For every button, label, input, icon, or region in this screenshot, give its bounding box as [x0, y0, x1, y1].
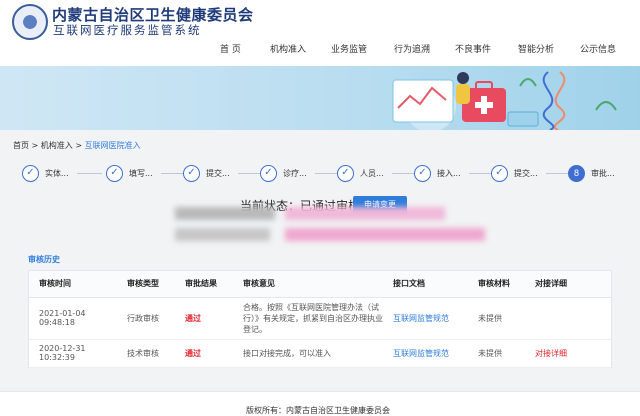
step-label: 审批...: [591, 169, 615, 178]
col-header: 接口文档: [383, 271, 468, 298]
step-label: 提交...: [206, 169, 230, 178]
integration-detail: [525, 297, 611, 340]
copyright-text: 版权所有：内蒙古自治区卫生健康委员会: [246, 406, 390, 415]
review-history-table: 审核时间 审核类型 审批结果 审核意见 接口文档 审核材料 对接详细 2021-…: [28, 270, 612, 368]
table-row: 2021-01-04 09:48:18 行政审核 通过 合格。按照《互联网医院管…: [29, 297, 611, 340]
check-icon: ✓: [22, 165, 39, 182]
step-label: 提交...: [514, 169, 538, 178]
nav-business-supervision[interactable]: 业务监管: [331, 42, 367, 55]
check-icon: ✓: [491, 165, 508, 182]
check-icon: ✓: [337, 165, 354, 182]
review-type: 行政审核: [117, 297, 175, 340]
breadcrumb-current: 互联网医院准入: [84, 141, 141, 150]
nav-behavior-trace[interactable]: 行为追溯: [394, 42, 430, 55]
system-name: 互联网医疗服务监管系统: [53, 23, 202, 37]
breadcrumb-separator: >: [72, 141, 85, 150]
integration-detail-link[interactable]: 对接详细: [525, 339, 611, 368]
step-label: 诊疗...: [283, 169, 307, 178]
breadcrumb-separator: >: [29, 141, 41, 150]
col-header: 审核时间: [29, 271, 117, 298]
step-number-badge: 8: [568, 165, 585, 182]
review-time: 2021-01-04 09:48:18: [29, 297, 117, 340]
col-header: 审批结果: [175, 271, 233, 298]
col-header: 对接详细: [525, 271, 611, 298]
review-material: 未提供: [468, 297, 525, 340]
check-icon: ✓: [414, 165, 431, 182]
step-label: 人员...: [360, 169, 384, 178]
breadcrumb-home[interactable]: 首页: [13, 141, 29, 150]
review-result: 通过: [175, 339, 233, 368]
medical-illustration-icon: [392, 71, 617, 130]
check-icon: ✓: [106, 165, 123, 182]
col-header: 审核类型: [117, 271, 175, 298]
interface-doc-link[interactable]: 互联网监管规范: [383, 339, 468, 368]
step-label: 填写...: [129, 169, 153, 178]
nav-institution-access[interactable]: 机构准入: [270, 42, 306, 55]
review-result: 通过: [175, 297, 233, 340]
nav-smart-analysis[interactable]: 智能分析: [518, 42, 554, 55]
nav-home[interactable]: 首 页: [220, 42, 241, 55]
progress-steps: ✓ 实体... ✓ 填写... ✓ 提交... ✓ 诊疗... ✓ 人员... ✓ 接入..…: [22, 163, 622, 185]
step-connector: [77, 173, 102, 174]
review-opinion: 接口对接完成，可以准入: [233, 339, 383, 368]
emblem-logo-icon: [12, 4, 48, 40]
main-nav: 首 页 机构准入 业务监管 行为追溯 不良事件 智能分析 公示信息: [205, 42, 640, 62]
banner-illustration: [0, 66, 640, 130]
review-type: 技术审核: [117, 339, 175, 368]
nav-public-info[interactable]: 公示信息: [580, 42, 616, 55]
nav-adverse-events[interactable]: 不良事件: [455, 42, 491, 55]
table-row: 2020-12-31 10:32:39 技术审核 通过 接口对接完成，可以准入 …: [29, 339, 611, 368]
top-header: 内蒙古自治区卫生健康委员会 互联网医疗服务监管系统 首 页 机构准入 业务监管 …: [0, 0, 640, 66]
col-header: 审核材料: [468, 271, 525, 298]
review-history-title: 审核历史: [28, 255, 60, 264]
review-material: 未提供: [468, 339, 525, 368]
review-opinion: 合格。按照《互联网医院管理办法（试行）》有关规定，抓紧到自治区办理执业登记。: [243, 302, 383, 334]
review-time: 2020-12-31 10:32:39: [29, 339, 117, 368]
interface-doc-link[interactable]: 互联网监管规范: [383, 297, 468, 340]
breadcrumb: 首页 > 机构准入 > 互联网医院准入: [13, 140, 141, 151]
step-label: 实体...: [45, 169, 69, 178]
col-header: 审核意见: [233, 271, 383, 298]
check-icon: ✓: [260, 165, 277, 182]
breadcrumb-institution-access[interactable]: 机构准入: [41, 141, 73, 150]
table-header-row: 审核时间 审核类型 审批结果 审核意见 接口文档 审核材料 对接详细: [29, 271, 611, 298]
step-label: 接入...: [437, 169, 461, 178]
check-icon: ✓: [183, 165, 200, 182]
